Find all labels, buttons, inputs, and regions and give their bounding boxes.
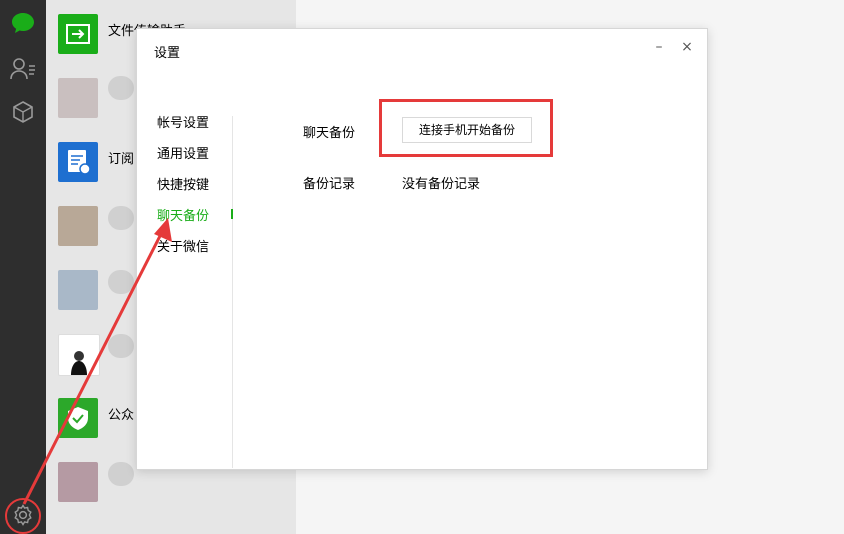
annotation-arrow — [22, 218, 172, 505]
